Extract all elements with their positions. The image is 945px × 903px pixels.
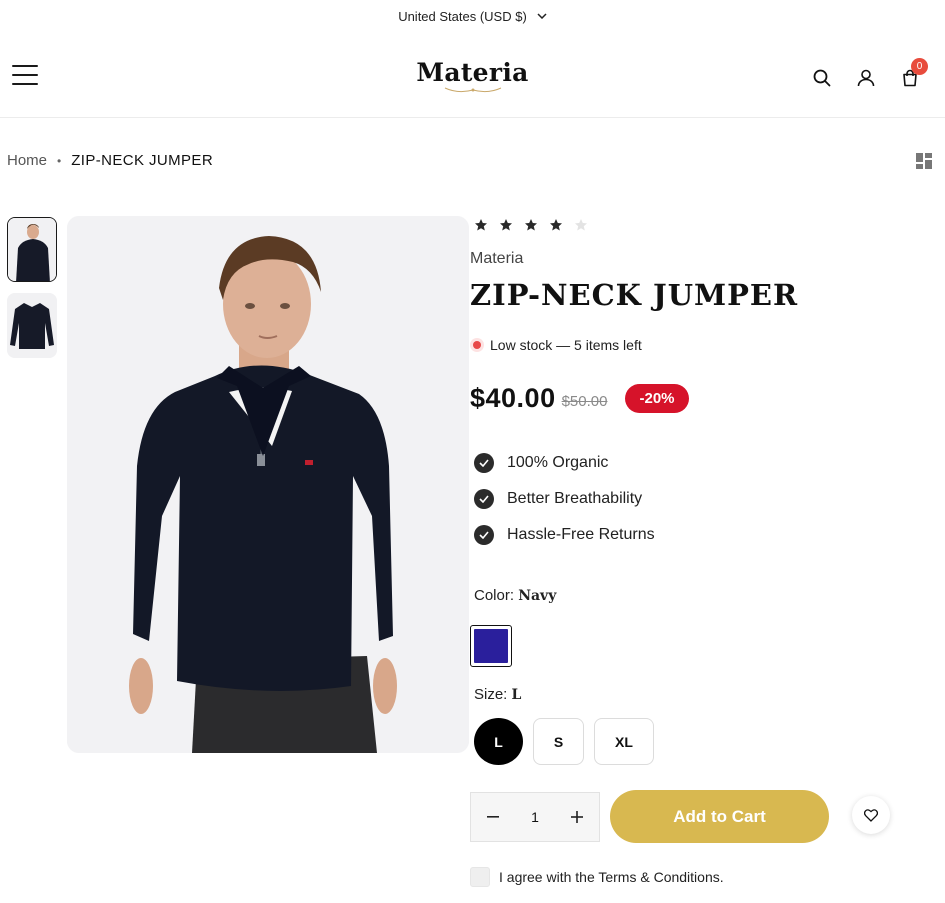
product-title: ZIP-NECK JUMPER (470, 278, 799, 312)
grid-layout-icon[interactable] (916, 153, 932, 169)
decrease-quantity-button[interactable] (471, 793, 515, 841)
account-icon[interactable] (854, 66, 878, 90)
feature-item: Better Breathability (474, 481, 655, 517)
check-icon (474, 525, 494, 545)
size-label: Size: (474, 686, 508, 703)
wishlist-button[interactable] (852, 796, 890, 834)
model-wearing-jumper-image (67, 216, 469, 753)
color-label: Color: (474, 587, 515, 604)
feature-item: 100% Organic (474, 445, 655, 481)
logo: Materia (0, 58, 945, 95)
size-option-label: Size: L (474, 686, 521, 703)
feature-item: Hassle-Free Returns (474, 517, 655, 553)
site-header: Materia 0 (0, 40, 945, 118)
currency-label: United States (USD $) (398, 8, 527, 24)
star-icon (500, 219, 512, 231)
quantity-value[interactable]: 1 (531, 809, 539, 825)
star-icon (550, 219, 562, 231)
size-option-l[interactable]: L (474, 718, 523, 765)
cart-icon[interactable]: 0 (898, 58, 928, 90)
stock-text: Low stock — 5 items left (490, 337, 642, 353)
logo-text[interactable]: Materia (416, 58, 528, 87)
quantity-stepper: 1 (470, 792, 600, 842)
plus-icon (570, 811, 583, 823)
increase-quantity-button[interactable] (555, 793, 599, 841)
star-icon (575, 219, 587, 231)
color-option-label: Color: Navy (474, 587, 556, 604)
feature-label: Better Breathability (507, 490, 643, 507)
price-row: $40.00 $50.00 -20% (470, 383, 689, 414)
thumbnail-model[interactable] (7, 217, 57, 282)
terms-agreement: I agree with the Terms & Conditions. (470, 867, 724, 887)
breadcrumb: Home • ZIP-NECK JUMPER (7, 152, 213, 169)
breadcrumb-separator: • (57, 153, 62, 168)
terms-checkbox[interactable] (470, 867, 490, 887)
color-swatch-navy[interactable] (470, 625, 512, 667)
feature-label: 100% Organic (507, 454, 609, 471)
discount-badge: -20% (625, 384, 689, 413)
terms-text[interactable]: I agree with the Terms & Conditions. (499, 869, 724, 885)
rating-stars (474, 218, 588, 232)
size-option-s[interactable]: S (533, 718, 584, 765)
product-brand[interactable]: Materia (470, 250, 523, 268)
size-option-xl[interactable]: XL (594, 718, 654, 765)
check-icon (474, 489, 494, 509)
check-icon (474, 453, 494, 473)
breadcrumb-current: ZIP-NECK JUMPER (71, 152, 214, 169)
heart-icon (864, 808, 878, 822)
star-icon (475, 219, 487, 231)
color-value: Navy (518, 588, 557, 604)
sale-price: $40.00 (470, 383, 556, 413)
cart-count-badge: 0 (911, 58, 928, 75)
thumbnail-flat[interactable] (7, 293, 57, 358)
currency-selector[interactable]: United States (USD $) (0, 0, 945, 32)
feature-label: Hassle-Free Returns (507, 526, 655, 543)
add-to-cart-button[interactable]: Add to Cart (610, 790, 829, 843)
compare-price: $50.00 (561, 393, 608, 410)
minus-icon (487, 816, 499, 818)
flat-thumbnail-image (7, 293, 57, 358)
search-icon[interactable] (810, 66, 834, 90)
feature-list: 100% Organic Better Breathability Hassle… (474, 445, 655, 553)
star-icon (525, 219, 537, 231)
stock-status: Low stock — 5 items left (470, 337, 642, 353)
stock-indicator-icon (470, 338, 484, 352)
breadcrumb-home-link[interactable]: Home (7, 152, 47, 169)
size-value: L (511, 687, 522, 703)
model-thumbnail-image (8, 218, 56, 281)
main-product-image[interactable] (67, 216, 469, 753)
menu-icon[interactable] (12, 65, 38, 85)
chevron-down-icon (537, 13, 547, 19)
